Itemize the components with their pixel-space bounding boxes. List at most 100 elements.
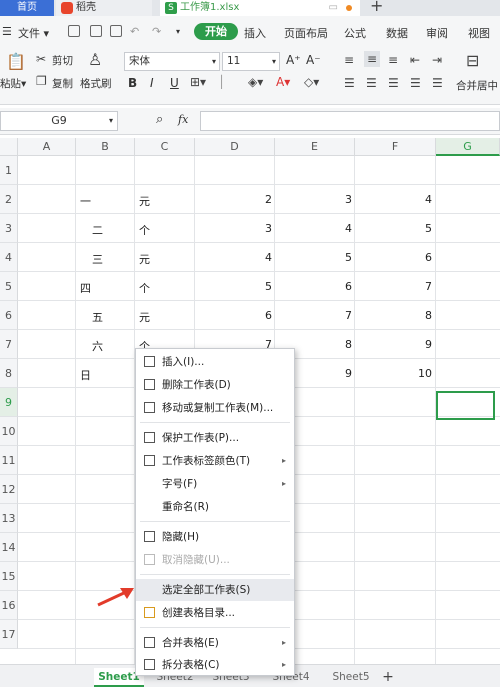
underline-button[interactable]: U [170, 76, 179, 90]
menu-item-tab-color[interactable]: 工作表标签颜色(T) ▸ [136, 450, 294, 472]
bold-button[interactable]: B [128, 76, 137, 90]
indent-decrease-icon[interactable]: ⇤ [410, 53, 420, 67]
format-painter-button[interactable]: 格式刷 [80, 76, 112, 91]
cell-e6[interactable]: 7 [276, 309, 352, 322]
align-middle-icon[interactable]: ≡ [364, 51, 381, 67]
row-header-2[interactable]: 2 [0, 185, 18, 214]
menu-view[interactable]: 视图 [468, 25, 490, 41]
font-size-select[interactable]: 11 ▾ [222, 52, 280, 71]
col-header-b[interactable]: B [76, 138, 135, 156]
row-header-4[interactable]: 4 [0, 243, 18, 272]
menu-item-protect-sheet[interactable]: 保护工作表(P)... [136, 427, 294, 449]
new-tab-button[interactable]: + [370, 0, 383, 14]
font-color-icon[interactable]: A▾ [276, 75, 290, 89]
clear-format-icon[interactable]: ◇▾ [304, 75, 319, 89]
tab-home[interactable]: 首页 [0, 0, 54, 16]
col-header-g[interactable]: G [436, 138, 500, 156]
cell-b4[interactable]: 三 [92, 251, 103, 267]
row-header-8[interactable]: 8 [0, 359, 18, 388]
tab-workbook[interactable]: S 工作簿1.xlsx ▭ [160, 0, 360, 16]
grow-font-button[interactable]: A⁺ [286, 53, 301, 67]
menu-item-select-all-sheets[interactable]: 选定全部工作表(S) [136, 579, 294, 601]
row-header-17[interactable]: 17 [0, 620, 18, 649]
row-header-1[interactable]: 1 [0, 156, 18, 185]
cell-b8[interactable]: 日 [80, 367, 91, 383]
cell-d5[interactable]: 5 [196, 280, 272, 293]
fx-button[interactable]: fx [178, 113, 188, 126]
row-header-12[interactable]: 12 [0, 475, 18, 504]
sheet-tab-5[interactable]: Sheet5 [326, 668, 376, 687]
cell-f6[interactable]: 8 [356, 309, 432, 322]
row-header-14[interactable]: 14 [0, 533, 18, 562]
paste-icon[interactable]: 📋 [6, 52, 26, 71]
copy-icon[interactable]: ❐ [36, 74, 47, 88]
print-icon[interactable] [90, 25, 102, 37]
row-header-5[interactable]: 5 [0, 272, 18, 301]
cell-c3[interactable]: 个 [139, 222, 150, 238]
shrink-font-button[interactable]: A⁻ [306, 53, 321, 67]
col-header-d[interactable]: D [195, 138, 275, 156]
cell-c4[interactable]: 元 [139, 251, 150, 267]
select-all-corner[interactable] [0, 138, 18, 156]
align-bottom-icon[interactable]: ≡ [388, 53, 398, 67]
merge-cells-icon[interactable]: ⊟ [466, 51, 479, 70]
row-header-13[interactable]: 13 [0, 504, 18, 533]
cell-c2[interactable]: 元 [139, 193, 150, 209]
row-header-11[interactable]: 11 [0, 446, 18, 475]
cell-f7[interactable]: 9 [356, 338, 432, 351]
cell-b2[interactable]: 一 [80, 193, 91, 209]
row-header-6[interactable]: 6 [0, 301, 18, 330]
col-header-a[interactable]: A [18, 138, 76, 156]
cell-f8[interactable]: 10 [356, 367, 432, 380]
italic-button[interactable]: I [150, 76, 154, 90]
menu-data[interactable]: 数据 [386, 25, 408, 41]
cell-d3[interactable]: 3 [196, 222, 272, 235]
menu-item-merge-tables[interactable]: 合并表格(E) ▸ [136, 632, 294, 654]
fill-color-icon[interactable]: ◈▾ [248, 75, 263, 89]
menu-insert[interactable]: 插入 [244, 25, 266, 41]
cell-b3[interactable]: 二 [92, 222, 103, 238]
cell-e2[interactable]: 3 [276, 193, 352, 206]
format-painter-icon[interactable]: ♙ [88, 50, 102, 69]
cell-f2[interactable]: 4 [356, 193, 432, 206]
align-top-icon[interactable]: ≡ [344, 53, 354, 67]
cell-d2[interactable]: 2 [196, 193, 272, 206]
cell-f5[interactable]: 7 [356, 280, 432, 293]
row-header-10[interactable]: 10 [0, 417, 18, 446]
paste-button[interactable]: 粘贴▾ [0, 76, 26, 91]
distributed-icon[interactable]: ☰ [432, 76, 443, 90]
save-icon[interactable] [68, 25, 80, 37]
row-header-15[interactable]: 15 [0, 562, 18, 591]
quick-access-dropdown-icon[interactable]: ▾ [176, 27, 180, 36]
cell-d6[interactable]: 6 [196, 309, 272, 322]
cell-f4[interactable]: 6 [356, 251, 432, 264]
formula-input[interactable] [200, 111, 500, 131]
row-header-7[interactable]: 7 [0, 330, 18, 359]
menu-item-split-table[interactable]: 拆分表格(C) ▸ [136, 654, 294, 676]
indent-increase-icon[interactable]: ⇥ [432, 53, 442, 67]
cell-b6[interactable]: 五 [92, 309, 103, 325]
cell-e3[interactable]: 4 [276, 222, 352, 235]
align-right-icon[interactable]: ☰ [388, 76, 399, 90]
cut-icon[interactable]: ✂ [36, 52, 46, 66]
tab-daoke[interactable]: 稻壳 [56, 0, 152, 16]
name-box[interactable]: G9 ▾ [0, 111, 118, 131]
menu-item-rename[interactable]: 重命名(R) [136, 496, 294, 518]
zoom-search-icon[interactable]: ⌕ [156, 112, 163, 127]
menu-file[interactable]: 文件 ▾ [18, 25, 49, 41]
cell-c6[interactable]: 元 [139, 309, 150, 325]
hamburger-icon[interactable]: ☰ [2, 25, 12, 38]
justify-icon[interactable]: ☰ [410, 76, 421, 90]
menu-start[interactable]: 开始 [194, 23, 238, 40]
merge-center-button[interactable]: 合并居中 [456, 78, 498, 93]
align-left-icon[interactable]: ☰ [344, 76, 355, 90]
row-header-3[interactable]: 3 [0, 214, 18, 243]
monitor-icon[interactable]: ▭ [329, 0, 338, 16]
menu-item-delete-sheet[interactable]: 删除工作表(D) [136, 374, 294, 396]
menu-item-create-toc[interactable]: 创建表格目录... [136, 602, 294, 624]
menu-item-hide[interactable]: 隐藏(H) [136, 526, 294, 548]
redo-icon[interactable]: ↷ [152, 25, 161, 38]
undo-icon[interactable]: ↶ [130, 25, 139, 38]
cell-d4[interactable]: 4 [196, 251, 272, 264]
font-name-select[interactable]: 宋体 ▾ [124, 52, 220, 71]
